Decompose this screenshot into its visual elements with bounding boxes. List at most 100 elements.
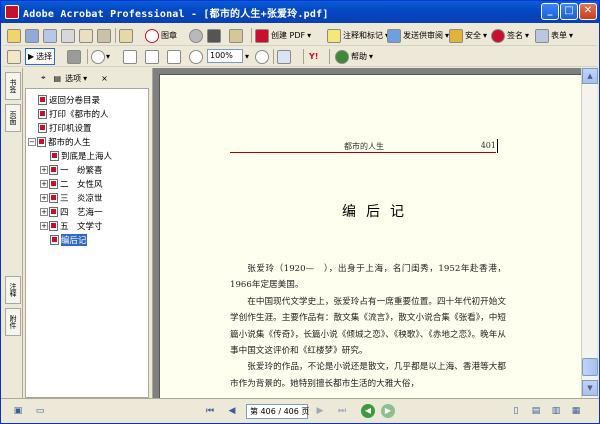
- options-menu[interactable]: 选项: [65, 73, 81, 84]
- help-icon: [335, 49, 349, 64]
- previous-view-icon[interactable]: ◀: [361, 404, 375, 418]
- bookmark-item[interactable]: + 一 纷繁喜: [40, 163, 103, 176]
- pages-tab[interactable]: 页面: [5, 104, 21, 132]
- bookmarks-tab[interactable]: 书签: [5, 72, 21, 100]
- bookmark-item-selected[interactable]: 编后记: [50, 233, 87, 246]
- stamp-button[interactable]: 图章: [145, 27, 177, 44]
- bookmark-item[interactable]: + 四 艺海一: [40, 205, 103, 218]
- bookmark-item[interactable]: + 二 女性风: [40, 177, 103, 190]
- actual-size-icon[interactable]: [123, 48, 137, 65]
- facing-icon[interactable]: ▥: [549, 404, 563, 418]
- bookmark-item[interactable]: 到底是上海人: [50, 149, 112, 162]
- organizer-icon[interactable]: [97, 27, 111, 44]
- rotate-view-icon[interactable]: [277, 48, 291, 65]
- yahoo-search-icon[interactable]: Y!: [309, 48, 318, 65]
- comment-markup-button[interactable]: 注释和标记 ▾: [327, 27, 389, 44]
- bookmark-icon: [38, 108, 47, 119]
- pen-tool-icon[interactable]: [119, 27, 133, 44]
- minimize-button[interactable]: _: [541, 3, 559, 20]
- security-button[interactable]: 安全 ▾: [449, 27, 487, 44]
- forms-button[interactable]: 表单 ▾: [535, 27, 573, 44]
- chevron-down-icon: ▾: [483, 31, 488, 40]
- zoom-tool-button[interactable]: ▾: [91, 48, 110, 65]
- panel-toggle-icon[interactable]: ▣: [11, 404, 25, 418]
- security-label: 安全: [465, 31, 481, 40]
- next-page-icon[interactable]: ▶: [313, 404, 327, 418]
- page-indicator-input[interactable]: 第 406 / 406 页: [246, 404, 309, 419]
- bookmark-item[interactable]: − 都市的人生: [28, 135, 91, 148]
- collapse-icon[interactable]: −: [28, 137, 36, 146]
- bookmark-item[interactable]: 打印《都市的人: [38, 107, 109, 120]
- chevron-down-icon: ▾: [525, 31, 530, 40]
- title-bar[interactable]: Adobe Acrobat Professional - [都市的人生+张爱玲.…: [1, 1, 599, 23]
- close-window-button[interactable]: ✕: [579, 3, 597, 20]
- scroll-up-icon[interactable]: ▲: [582, 68, 598, 84]
- hand-tool-icon[interactable]: [7, 48, 21, 65]
- binoculars-icon[interactable]: [207, 27, 221, 44]
- create-pdf-button[interactable]: 创建 PDF ▾: [255, 27, 311, 44]
- bookmark-icon: [49, 192, 58, 203]
- bookmark-item[interactable]: + 五 文学寸: [40, 219, 103, 232]
- bookmark-item[interactable]: 返回分卷目录: [38, 93, 100, 106]
- open-icon[interactable]: [7, 27, 21, 44]
- select-tool-button[interactable]: ▶ 选择: [25, 48, 56, 65]
- new-bookmark-icon[interactable]: ▤: [54, 74, 62, 83]
- chevron-down-icon: ▾: [83, 73, 88, 83]
- comments-tab[interactable]: 注释: [5, 276, 21, 304]
- zoom-in-icon[interactable]: [255, 48, 269, 65]
- expand-icon[interactable]: +: [40, 221, 48, 230]
- close-panel-button[interactable]: ×: [101, 74, 108, 83]
- running-head-title: 都市的人生: [344, 142, 384, 151]
- zoom-out-icon[interactable]: [189, 48, 203, 65]
- paragraph: 张爱玲的作品，不论是小说还是散文，几乎都是以上海、香港等大都市作为背景的。她特别…: [230, 362, 506, 389]
- status-bar: ▣ ▭ ⏮ ◀ 第 406 / 406 页 ▶ ⏭ ◀ ▶ ▯ ▤ ▥ ▦: [1, 398, 599, 423]
- fit-page-icon[interactable]: [145, 48, 159, 65]
- bookmark-item[interactable]: 打印机设置: [38, 121, 92, 134]
- next-view-icon[interactable]: ▶: [381, 404, 395, 418]
- navigation-toolbar: ▶ 选择 ▾ 100% ▾ Y! 帮助 ▾: [3, 46, 597, 67]
- continuous-facing-icon[interactable]: ▦: [569, 404, 583, 418]
- email-icon[interactable]: [79, 27, 93, 44]
- expand-icon[interactable]: +: [40, 179, 48, 188]
- attachments-tab[interactable]: 附件: [5, 308, 21, 336]
- document-view[interactable]: 都市的人生 401 编后记 张爱玲（1920— ），出身于上海，名门闺秀，195…: [152, 68, 597, 398]
- bookmark-item[interactable]: + 三 炎凉世: [40, 191, 103, 204]
- first-page-icon[interactable]: ⏮: [203, 404, 217, 418]
- fit-width-icon[interactable]: [167, 48, 181, 65]
- pen-icon: [491, 28, 505, 43]
- search-icon[interactable]: [189, 27, 203, 44]
- snapshot-icon[interactable]: [67, 48, 81, 65]
- bookmark-tools-icon[interactable]: ⌖: [41, 73, 46, 83]
- save-icon[interactable]: [25, 27, 39, 44]
- bookmark-icon: [49, 206, 58, 217]
- save-copy-icon[interactable]: [43, 27, 57, 44]
- maximize-button[interactable]: □: [560, 3, 578, 20]
- expand-icon[interactable]: +: [40, 207, 48, 216]
- zoom-level-input[interactable]: 100%: [207, 49, 243, 63]
- pdf-page: 都市的人生 401 编后记 张爱玲（1920— ），出身于上海，名门闺秀，195…: [159, 74, 595, 398]
- zoom-dropdown-icon[interactable]: ▾: [245, 48, 249, 65]
- expand-icon[interactable]: +: [40, 165, 48, 174]
- last-page-icon[interactable]: ⏭: [335, 404, 349, 418]
- acrobat-app-icon: [5, 5, 19, 19]
- bookmark-icon: [49, 178, 58, 189]
- sign-button[interactable]: 签名 ▾: [491, 27, 529, 44]
- print-icon[interactable]: [61, 27, 75, 44]
- expand-icon[interactable]: +: [40, 193, 48, 202]
- scroll-down-icon[interactable]: ▼: [582, 380, 598, 396]
- stamp-label: 图章: [161, 31, 177, 40]
- bookmark-icon: [38, 94, 47, 105]
- send-review-button[interactable]: 发送供审阅 ▾: [387, 27, 449, 44]
- sign-label: 签名: [507, 31, 523, 40]
- create-pdf-label: 创建 PDF: [271, 31, 306, 40]
- previous-page-icon[interactable]: ◀: [225, 404, 239, 418]
- attach-icon[interactable]: [229, 27, 243, 44]
- vertical-scrollbar[interactable]: ▲ ▼: [581, 68, 598, 398]
- window-title: Adobe Acrobat Professional - [都市的人生+张爱玲.…: [23, 9, 329, 20]
- scroll-thumb[interactable]: [582, 358, 598, 376]
- continuous-icon[interactable]: ▤: [529, 404, 543, 418]
- single-page-icon[interactable]: ▯: [509, 404, 523, 418]
- paragraph: 张爱玲（1920— ），出身于上海，名门闺秀，1952年赴香港，1966年定居美…: [230, 264, 506, 291]
- page-size-icon[interactable]: ▭: [33, 404, 47, 418]
- help-button[interactable]: 帮助 ▾: [335, 48, 373, 65]
